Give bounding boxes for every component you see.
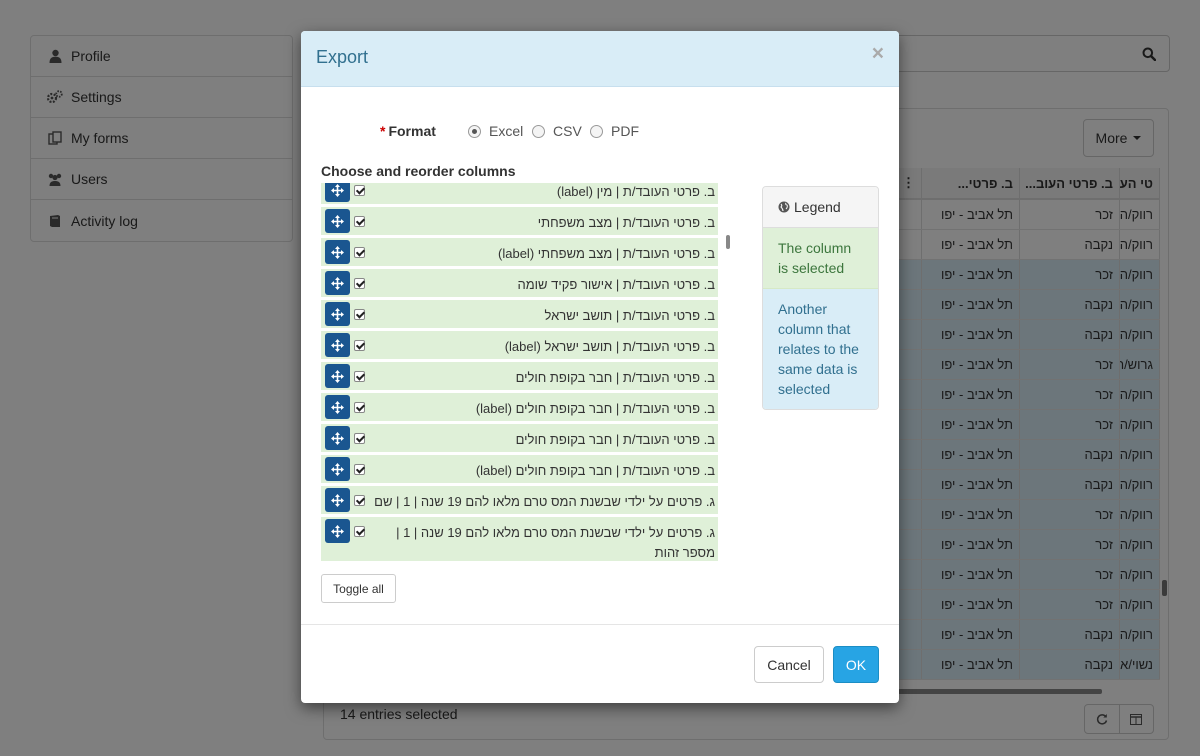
drag-handle-icon[interactable] [325,333,350,357]
format-radio-excel[interactable]: Excel [468,123,523,139]
radio-label: PDF [611,123,639,139]
columns-label: Choose and reorder columns [321,163,516,179]
column-list-item[interactable]: ב. פרטי העובד/ת | חבר בקופת חולים [321,424,718,452]
column-checkbox[interactable] [354,278,365,289]
format-row: * Format Excel CSV PDF [301,123,899,143]
column-label: ב. פרטי העובד/ת | אישור פקיד שומה [517,277,716,292]
column-checkbox[interactable] [354,340,365,351]
format-radio-pdf[interactable]: PDF [590,123,639,139]
column-list-item[interactable]: ב. פרטי העובד/ת | תושב ישראל [321,300,718,328]
legend-title: Legend [794,199,841,215]
column-checkbox[interactable] [354,247,365,258]
column-checkbox[interactable] [354,433,365,444]
drag-handle-icon[interactable] [325,457,350,481]
radio-label: Excel [489,123,524,139]
drag-handle-icon[interactable] [325,488,350,512]
legend-related: Another column that relates to the same … [763,289,878,409]
column-checkbox[interactable] [354,309,365,320]
column-label: ב. פרטי העובד/ת | חבר בקופת חולים [515,432,715,447]
column-label: ב. פרטי העובד/ת | מצב משפחתי [537,215,715,230]
column-label: ב. פרטי העובד/ת | חבר בקופת חולים (label… [475,401,715,416]
column-list-item[interactable]: ב. פרטי העובד/ת | חבר בקופת חולים (label… [321,393,718,421]
format-radio-csv[interactable]: CSV [532,123,582,139]
column-list-scrollbar[interactable] [726,235,730,249]
column-checkbox[interactable] [354,402,365,413]
column-label: ב. פרטי העובד/ת | מצב משפחתי (label) [498,246,715,261]
column-label: ב. פרטי העובד/ת | חבר בקופת חולים [515,370,715,385]
column-list-item[interactable]: ב. פרטי העובד/ת | אישור פקיד שומה [321,269,718,297]
column-checkbox[interactable] [354,464,365,475]
drag-handle-icon[interactable] [325,240,350,264]
column-label: ב. פרטי העובד/ת | מין (label) [556,184,715,199]
column-list-item[interactable]: ב. פרטי העובד/ת | מצב משפחתי (label) [321,238,718,266]
drag-handle-icon[interactable] [325,302,350,326]
format-label: * Format [380,123,436,139]
required-marker: * [380,123,386,139]
column-list-item[interactable]: ב. פרטי העובד/ת | תושב ישראל (label) [321,331,718,359]
column-checkbox[interactable] [354,526,365,537]
drag-handle-icon[interactable] [325,519,350,543]
radio-circle[interactable] [532,124,545,138]
column-label: ב. פרטי העובד/ת | תושב ישראל (label) [504,339,715,354]
column-label: ב. פרטי העובד/ת | חבר בקופת חולים (label… [475,463,715,478]
drag-handle-icon[interactable] [325,395,350,419]
radio-label: CSV [553,123,582,139]
radio-circle[interactable] [468,124,481,138]
legend-panel: Legend The column is selected Another co… [762,186,879,410]
modal-header: Export × [301,31,899,87]
modal-title: Export [316,47,369,67]
ok-button[interactable]: OK [833,646,879,683]
drag-handle-icon[interactable] [325,209,350,233]
format-label-text: Format [388,123,436,139]
legend-header: Legend [763,187,878,228]
column-list-items: ב. פרטי העובד/ת | מין (label) ב. פרטי העו… [321,183,721,561]
modal-footer: Cancel OK [301,624,899,703]
legend-selected: The column is selected [763,228,878,289]
radio-circle[interactable] [590,124,603,138]
drag-handle-icon[interactable] [325,271,350,295]
column-list-item[interactable]: ג. פרטים על ילדי שבשנת המס טרם מלאו להם … [321,517,718,561]
drag-handle-icon[interactable] [325,364,350,388]
cancel-button[interactable]: Cancel [754,646,824,683]
drag-handle-icon[interactable] [325,426,350,450]
column-checkbox[interactable] [354,495,365,506]
column-label: ב. פרטי העובד/ת | תושב ישראל [544,308,715,323]
close-icon[interactable]: × [872,43,884,64]
toggle-all-button[interactable]: Toggle all [321,574,396,603]
column-checkbox[interactable] [354,371,365,382]
column-checkbox[interactable] [354,216,365,227]
column-list-item[interactable]: ב. פרטי העובד/ת | מין (label) [321,183,718,204]
column-list-item[interactable]: ב. פרטי העובד/ת | חבר בקופת חולים (label… [321,455,718,483]
column-label: ג. פרטים על ילדי שבשנת המס טרם מלאו להם … [374,494,715,509]
column-list-item[interactable]: ג. פרטים על ילדי שבשנת המס טרם מלאו להם … [321,486,718,514]
column-list[interactable]: ב. פרטי העובד/ת | מין (label) ב. פרטי העו… [321,183,721,561]
export-modal: Export × * Format Excel CSV PDF Choose an… [301,31,899,703]
column-list-item[interactable]: ב. פרטי העובד/ת | מצב משפחתי [321,207,718,235]
column-label: ג. פרטים על ילדי שבשנת המס טרם מלאו להם … [396,525,715,560]
drag-handle-icon[interactable] [325,183,350,202]
column-list-item[interactable]: ב. פרטי העובד/ת | חבר בקופת חולים [321,362,718,390]
globe-icon [778,201,790,213]
column-checkbox[interactable] [354,185,365,196]
